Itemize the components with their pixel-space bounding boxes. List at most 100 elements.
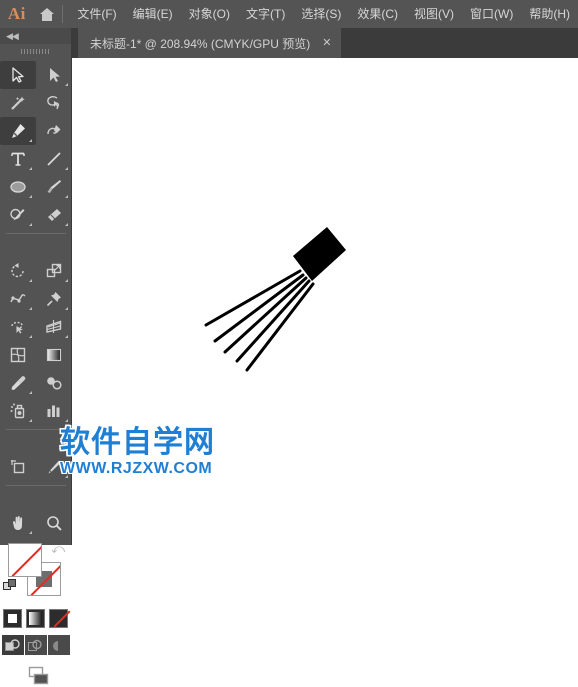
tool-flyout-indicator: [29, 279, 32, 282]
menu-bar: Ai 文件(F) 编辑(E) 对象(O) 文字(T) 选择(S) 效果(C) 视图(V) 窗口…: [0, 0, 578, 28]
draw-behind-icon[interactable]: [24, 635, 47, 655]
color-mode-none[interactable]: [49, 609, 71, 628]
menu-select[interactable]: 选择(S): [293, 0, 349, 28]
color-mode-gradient[interactable]: [26, 609, 45, 628]
document-canvas[interactable]: [78, 58, 578, 545]
menu-help[interactable]: 帮助(H): [521, 0, 578, 28]
tool-group-divider: [6, 233, 66, 234]
tool-flyout-indicator: [65, 475, 68, 478]
color-mode-color[interactable]: [3, 609, 22, 628]
tool-flyout-indicator: [65, 307, 68, 310]
collapse-panel-icon[interactable]: ◀◀: [0, 28, 71, 44]
eyedropper-tool[interactable]: [0, 369, 36, 397]
ellipse-tool[interactable]: [0, 173, 36, 201]
ellipse-icon: [9, 178, 27, 196]
column-graph-tool[interactable]: [36, 397, 72, 425]
tool-flyout-indicator: [29, 139, 32, 142]
perspective-grid-icon: [45, 318, 63, 336]
curvature-tool[interactable]: [36, 117, 72, 145]
swap-fill-stroke-icon[interactable]: ⤺: [51, 541, 65, 557]
document-tab[interactable]: 未标题-1* @ 208.94% (CMYK/GPU 预览) ✕: [78, 28, 342, 58]
artboard-icon: [9, 458, 27, 476]
menu-object[interactable]: 对象(O): [181, 0, 238, 28]
shaper-tool[interactable]: [0, 201, 36, 229]
change-screen-mode[interactable]: [0, 665, 71, 687]
home-icon[interactable]: [34, 0, 61, 28]
shape-builder-tool[interactable]: [0, 313, 36, 341]
menu-edit[interactable]: 编辑(E): [125, 0, 181, 28]
hand-tool[interactable]: [0, 509, 36, 537]
selection-tool[interactable]: [0, 61, 36, 89]
document-tab-title: 未标题-1* @ 208.94% (CMYK/GPU 预览): [90, 36, 311, 51]
symbol-sprayer-icon: [9, 402, 27, 420]
direct-selection-tool[interactable]: [36, 61, 72, 89]
menu-items: 文件(F) 编辑(E) 对象(O) 文字(T) 选择(S) 效果(C) 视图(V) 窗口(W)…: [69, 0, 578, 28]
menu-window[interactable]: 窗口(W): [462, 0, 521, 28]
curvature-icon: [45, 122, 63, 140]
tool-grid: [0, 58, 71, 537]
tool-group-divider: [6, 485, 66, 486]
pushpin-icon: [45, 290, 63, 308]
broom-head[interactable]: [293, 227, 346, 281]
tool-flyout-indicator: [29, 531, 32, 534]
broom-bristles[interactable]: [204, 269, 315, 372]
tool-flyout-indicator: [29, 419, 32, 422]
rotate-tool[interactable]: [0, 257, 36, 285]
menu-view[interactable]: 视图(V): [406, 0, 462, 28]
shape-builder-icon: [9, 318, 27, 336]
menu-divider: [62, 5, 64, 23]
pen-tool[interactable]: [0, 117, 36, 145]
zoom-tool[interactable]: [36, 509, 72, 537]
tool-flyout-indicator: [65, 223, 68, 226]
perspective-grid-tool[interactable]: [36, 313, 72, 341]
artboard-tool[interactable]: [0, 453, 36, 481]
text-t-icon: [9, 150, 27, 168]
mesh-tool[interactable]: [0, 341, 36, 369]
width-tool[interactable]: [0, 285, 36, 313]
draw-normal-icon[interactable]: [1, 635, 24, 655]
line-segment-icon: [45, 150, 63, 168]
fill-swatch[interactable]: [8, 543, 42, 577]
tools-panel: ◀◀ ⤺: [0, 28, 72, 685]
draw-inside-icon[interactable]: [47, 635, 70, 655]
tool-flyout-indicator: [29, 167, 32, 170]
scale-tool[interactable]: [36, 257, 72, 285]
hand-icon: [9, 514, 27, 532]
tool-flyout-indicator: [29, 223, 32, 226]
free-transform-tool[interactable]: [36, 285, 72, 313]
magic-wand-tool[interactable]: [0, 89, 36, 117]
app-logo: Ai: [7, 4, 26, 23]
type-tool[interactable]: [0, 145, 36, 173]
broom-illustration[interactable]: [78, 58, 578, 545]
gradient-icon: [45, 346, 63, 364]
menu-effect[interactable]: 效果(C): [349, 0, 406, 28]
broom-bristle[interactable]: [213, 273, 305, 343]
tool-flyout-indicator: [65, 335, 68, 338]
arrow-cursor-icon: [9, 66, 27, 84]
symbol-sprayer-tool[interactable]: [0, 397, 36, 425]
blend-tool[interactable]: [36, 369, 72, 397]
fill-stroke-area: ⤺: [0, 541, 71, 607]
panel-drag-handle[interactable]: [0, 44, 71, 58]
color-mode-buttons: [0, 609, 71, 628]
broom-bristle[interactable]: [235, 279, 311, 363]
eraser-tool[interactable]: [36, 201, 72, 229]
tool-flyout-indicator: [29, 307, 32, 310]
tool-flyout-indicator: [65, 419, 68, 422]
lasso-tool[interactable]: [36, 89, 72, 117]
menu-file[interactable]: 文件(F): [69, 0, 124, 28]
close-icon[interactable]: ✕: [322, 37, 331, 49]
eraser-icon: [45, 206, 63, 224]
slice-tool[interactable]: [36, 453, 72, 481]
tool-flyout-indicator: [29, 391, 32, 394]
default-fill-stroke-icon[interactable]: [3, 579, 17, 598]
magnifier-icon: [45, 514, 63, 532]
line-segment-tool[interactable]: [36, 145, 72, 173]
menu-type[interactable]: 文字(T): [238, 0, 293, 28]
tool-flyout-indicator: [65, 195, 68, 198]
tool-flyout-indicator: [29, 195, 32, 198]
mesh-icon: [9, 346, 27, 364]
paintbrush-tool[interactable]: [36, 173, 72, 201]
tool-flyout-indicator: [65, 279, 68, 282]
gradient-tool[interactable]: [36, 341, 72, 369]
